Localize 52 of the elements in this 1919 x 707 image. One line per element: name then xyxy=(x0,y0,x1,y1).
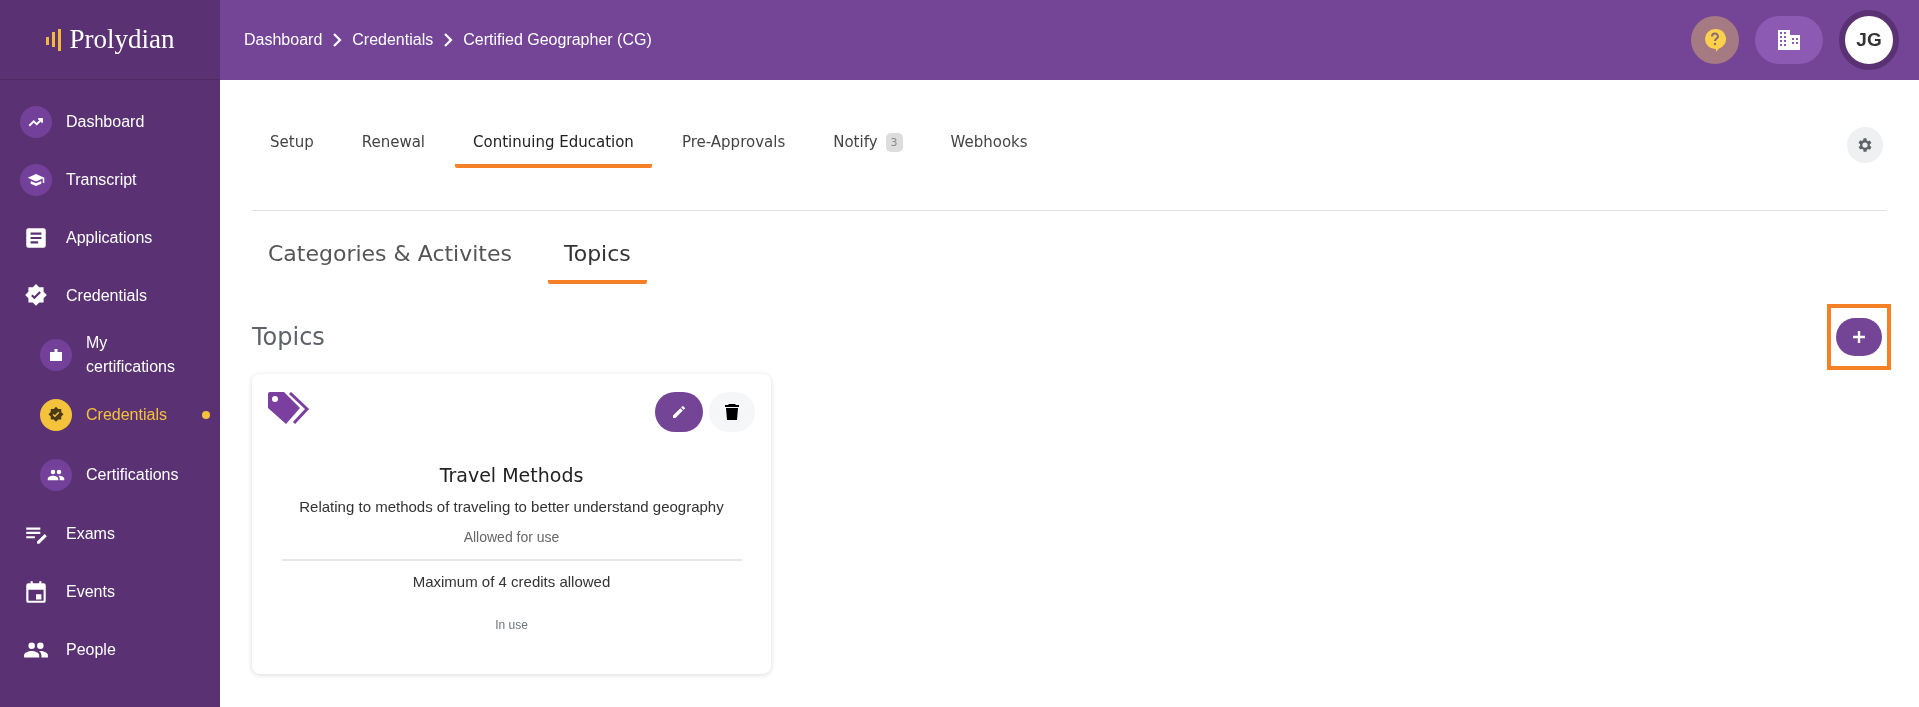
tags-icon xyxy=(268,392,310,426)
nav-icon xyxy=(20,106,52,138)
edit-button[interactable] xyxy=(655,392,703,432)
active-dot xyxy=(202,411,210,419)
tab[interactable]: Setup xyxy=(252,122,332,168)
sidebar-item[interactable]: Events xyxy=(0,563,220,621)
building-icon xyxy=(1778,30,1800,50)
settings-button[interactable] xyxy=(1847,127,1883,163)
sidebar-item[interactable]: People xyxy=(0,621,220,679)
sidebar-item[interactable]: Credentials xyxy=(0,385,220,445)
status-text: In use xyxy=(495,618,528,632)
nav-icon xyxy=(40,459,72,491)
add-button[interactable] xyxy=(1836,318,1882,356)
tab[interactable]: Webhooks xyxy=(932,122,1046,168)
plus-icon xyxy=(1852,330,1866,344)
sidebar-item[interactable]: Applications xyxy=(0,209,220,267)
credit-limit: Maximum of 4 credits allowed xyxy=(412,573,611,590)
section-title: Topics xyxy=(252,323,325,351)
tab[interactable]: Renewal xyxy=(343,122,443,168)
sidebar-item[interactable]: Exams xyxy=(0,505,220,563)
tab[interactable]: Categories & Activites xyxy=(252,233,528,284)
tab[interactable]: Continuing Education xyxy=(455,122,652,168)
chevron-icon xyxy=(443,33,454,47)
help-icon xyxy=(1704,28,1726,52)
tab[interactable]: Notify 3 xyxy=(815,122,921,168)
pencil-icon xyxy=(671,404,687,420)
trash-icon xyxy=(725,404,739,420)
tab[interactable]: Topics xyxy=(548,233,647,284)
brand-name: Prolydian xyxy=(69,24,175,55)
nav-icon xyxy=(40,399,72,431)
delete-button[interactable] xyxy=(709,392,755,432)
chevron-icon xyxy=(332,33,343,47)
permission-text: Allowed for use xyxy=(463,529,560,545)
logo-icon xyxy=(45,28,64,51)
topic-name: Travel Methods xyxy=(439,464,584,486)
sidebar-item[interactable]: Dashboard xyxy=(0,93,220,151)
breadcrumb-link[interactable]: Credentials xyxy=(352,31,434,49)
sidebar-item[interactable]: My certifications xyxy=(0,325,220,385)
settings-icon xyxy=(1856,136,1874,154)
organization-button[interactable] xyxy=(1755,16,1823,64)
breadcrumb-link[interactable]: Certified Geographer (CG) xyxy=(463,31,652,49)
count-badge: 3 xyxy=(885,132,903,152)
sidebar-item[interactable]: Transcript xyxy=(0,151,220,209)
topic-description: Relating to methods of traveling to better understand geography xyxy=(299,498,724,515)
user-avatar[interactable]: JG xyxy=(1839,10,1899,70)
nav-icon xyxy=(40,339,72,371)
sidebar-item[interactable]: Certifications xyxy=(0,445,220,505)
tab[interactable]: Pre-Approvals xyxy=(663,122,804,168)
sidebar-item[interactable]: Credentials xyxy=(0,267,220,325)
nav-icon xyxy=(20,164,52,196)
breadcrumb-link[interactable]: Dashboard xyxy=(244,31,323,49)
help-button[interactable] xyxy=(1691,16,1739,64)
